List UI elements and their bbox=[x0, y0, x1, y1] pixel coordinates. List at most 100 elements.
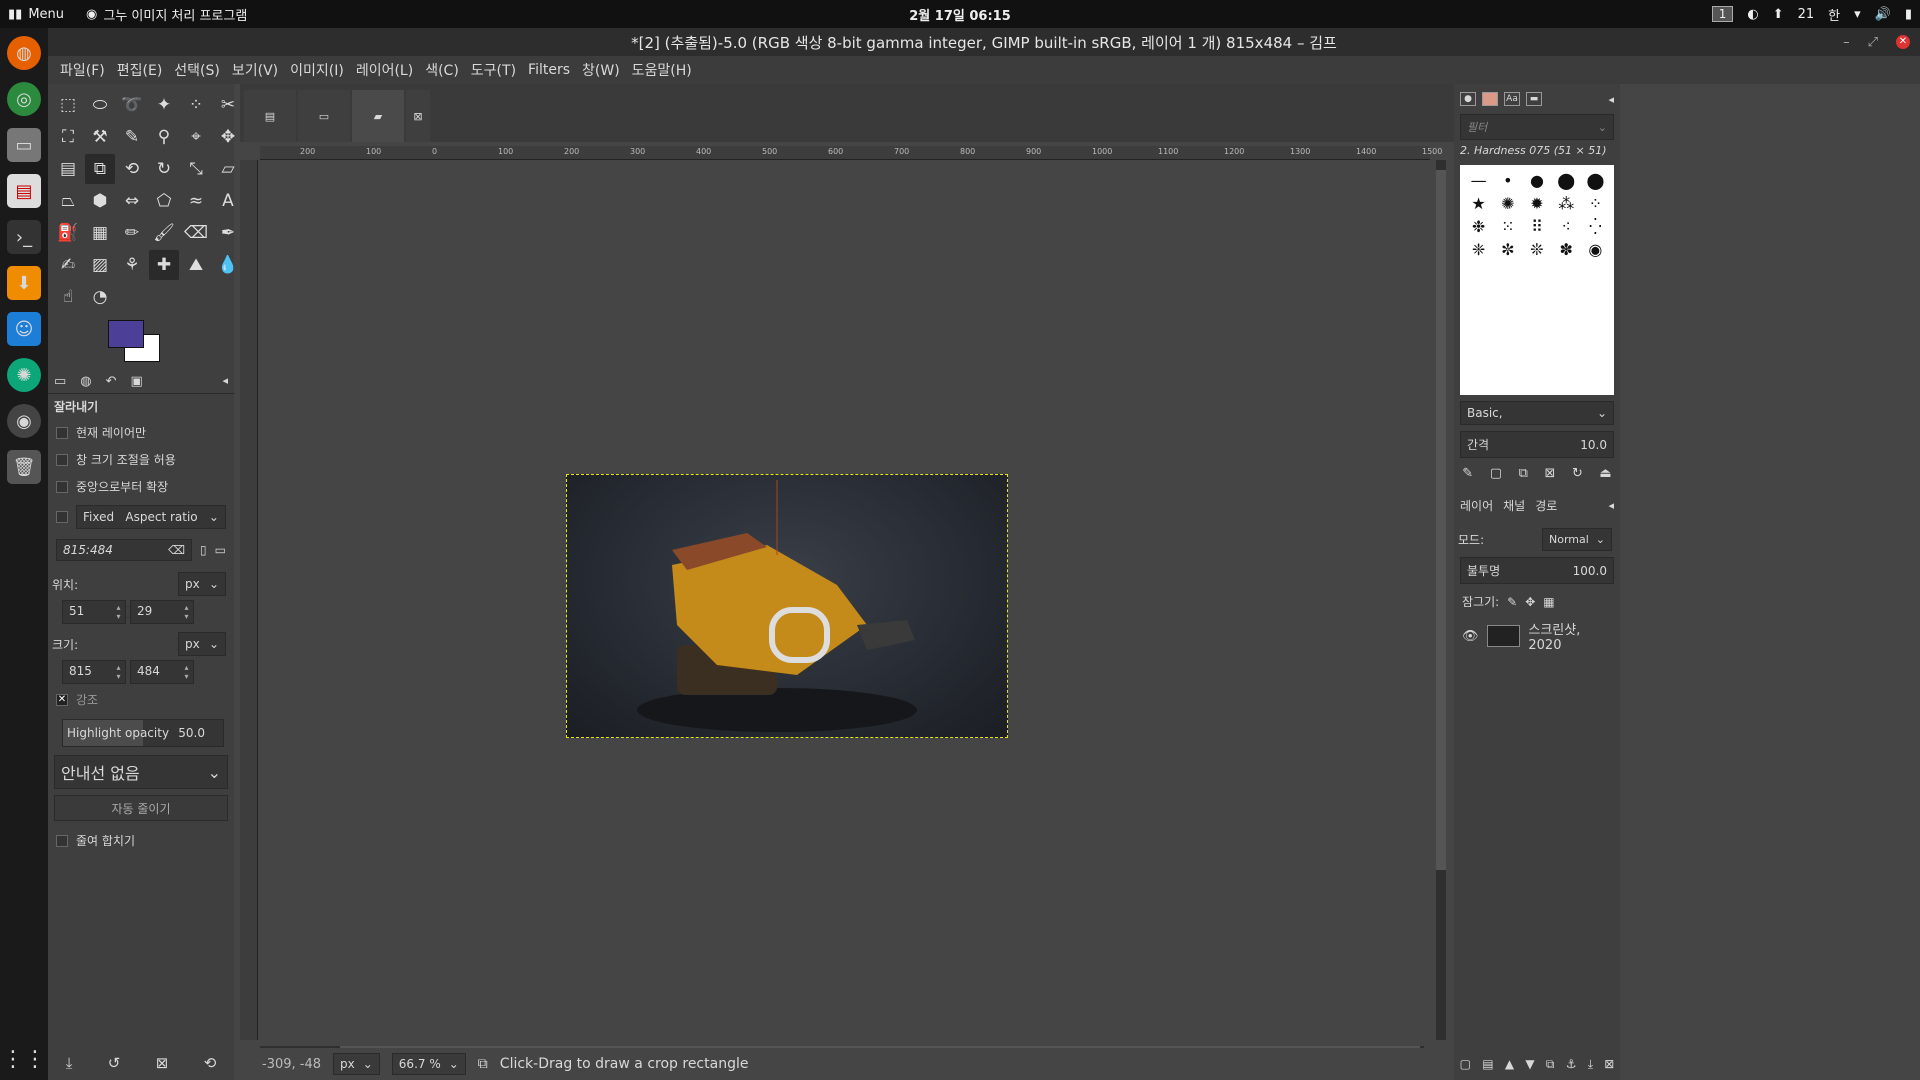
brush-item[interactable]: ⁙ bbox=[1495, 217, 1520, 236]
cage-icon[interactable]: ⬠ bbox=[149, 186, 179, 216]
layer-mode-select[interactable]: Normal ⌄ bbox=[1542, 528, 1612, 551]
brush-item[interactable]: ❉ bbox=[1466, 217, 1491, 236]
size-height-input[interactable]: 484 bbox=[130, 660, 194, 684]
menu-edit[interactable]: 편집(E) bbox=[111, 60, 169, 80]
tool-options-tab-icon[interactable]: ▭ bbox=[54, 374, 66, 389]
chrome-icon[interactable]: ◎ bbox=[7, 82, 41, 116]
restore-options-icon[interactable]: ↺ bbox=[108, 1054, 121, 1072]
rect-select-icon[interactable]: ⬚ bbox=[53, 90, 83, 120]
image-tab-2[interactable]: ▭ bbox=[298, 90, 350, 142]
portrait-icon[interactable]: ▯ bbox=[200, 543, 207, 557]
layer-opacity-slider[interactable]: 불투명 100.0 bbox=[1460, 557, 1614, 584]
brush-item[interactable]: ⁖ bbox=[1554, 217, 1579, 236]
workspace-indicator[interactable]: 1 bbox=[1711, 6, 1734, 22]
vertical-ruler[interactable] bbox=[240, 160, 258, 1040]
rotate-icon[interactable]: ↻ bbox=[149, 154, 179, 184]
brush-item[interactable]: ● bbox=[1524, 171, 1549, 190]
expand-from-center-checkbox[interactable] bbox=[56, 480, 68, 493]
brush-item[interactable]: ⠿ bbox=[1524, 217, 1549, 236]
clock[interactable]: 2월 17일 06:15 bbox=[909, 5, 1011, 24]
position-unit-select[interactable]: px ⌄ bbox=[178, 572, 226, 596]
scissors-icon[interactable]: ✂ bbox=[213, 90, 243, 120]
firefox-icon[interactable]: ◍ bbox=[7, 36, 41, 70]
foreground-select-icon[interactable]: ⁘ bbox=[181, 90, 211, 120]
tab-menu-icon[interactable]: ◂ bbox=[222, 374, 228, 387]
gimp-dock-icon[interactable]: ◉ bbox=[7, 404, 41, 438]
app-grid-icon[interactable]: ⋮⋮ bbox=[2, 1047, 46, 1072]
menu-windows[interactable]: 창(W) bbox=[576, 60, 626, 80]
guides-select[interactable]: 안내선 없음 ⌄ bbox=[54, 755, 228, 789]
merge-layer-icon[interactable]: ⤓ bbox=[1588, 1057, 1593, 1072]
menu-colors[interactable]: 색(C) bbox=[419, 60, 465, 80]
menu-tools[interactable]: 도구(T) bbox=[465, 60, 522, 80]
shrink-merged-checkbox[interactable] bbox=[56, 834, 68, 847]
minimize-icon[interactable]: – bbox=[1843, 35, 1850, 50]
smudge-icon[interactable]: ☝ bbox=[53, 282, 83, 312]
mypaint-brush-icon[interactable]: ▨ bbox=[85, 250, 115, 280]
menu-filters[interactable]: Filters bbox=[522, 62, 576, 78]
brush-item[interactable]: ★ bbox=[1466, 194, 1491, 213]
close-tab-icon[interactable]: ⊠ bbox=[406, 90, 430, 142]
clear-icon[interactable]: ⌫ bbox=[168, 543, 185, 557]
paintbrush-icon[interactable]: 🖌 bbox=[149, 218, 179, 248]
unified-transform-icon[interactable]: ⟲ bbox=[117, 154, 147, 184]
lower-layer-icon[interactable]: ▼ bbox=[1525, 1057, 1534, 1072]
highlight-opacity-slider[interactable]: Highlight opacity 50.0 bbox=[62, 719, 224, 747]
shear-icon[interactable]: ▱ bbox=[213, 154, 243, 184]
tab-channels[interactable]: 채널 bbox=[1503, 497, 1525, 514]
lasso-icon[interactable]: ➰ bbox=[117, 90, 147, 120]
size-unit-select[interactable]: px ⌄ bbox=[178, 632, 226, 656]
landscape-icon[interactable]: ▭ bbox=[215, 543, 226, 557]
brush-item[interactable]: • bbox=[1495, 171, 1520, 190]
gamepad-icon[interactable]: ◐ bbox=[1747, 7, 1758, 22]
align-icon[interactable]: ▤ bbox=[53, 154, 83, 184]
tab-layers[interactable]: 레이어 bbox=[1460, 497, 1493, 514]
brush-item[interactable]: ✽ bbox=[1554, 240, 1579, 259]
tab-menu-icon[interactable]: ◂ bbox=[1608, 93, 1614, 106]
fuzzy-select-icon[interactable]: ✦ bbox=[149, 90, 179, 120]
highlight-option[interactable]: ✕ 강조 bbox=[48, 686, 234, 713]
anchor-layer-icon[interactable]: ⚓ bbox=[1566, 1057, 1577, 1072]
reset-options-icon[interactable]: ⟲ bbox=[204, 1054, 217, 1072]
pencil-icon[interactable]: ✏ bbox=[117, 218, 147, 248]
delete-layer-icon[interactable]: ⊠ bbox=[1604, 1057, 1614, 1072]
brush-item[interactable]: — bbox=[1466, 171, 1491, 190]
vertical-scrollbar-thumb[interactable] bbox=[1436, 170, 1446, 870]
flip-icon[interactable]: ⇔ bbox=[117, 186, 147, 216]
warp-transform-icon[interactable]: ≈ bbox=[181, 186, 211, 216]
menu-view[interactable]: 보기(V) bbox=[226, 60, 284, 80]
3d-transform-icon[interactable]: ⬢ bbox=[85, 186, 115, 216]
blur-icon[interactable]: 💧 bbox=[213, 250, 243, 280]
position-x-input[interactable]: 51 bbox=[62, 600, 126, 624]
zoom-select[interactable]: 66.7 % ⌄ bbox=[391, 1053, 466, 1075]
dodge-burn-icon[interactable]: ◔ bbox=[85, 282, 115, 312]
brush-item[interactable]: ❊ bbox=[1524, 240, 1549, 259]
active-app-title[interactable]: ◉ 그누 이미지 처리 프로그램 bbox=[86, 5, 247, 24]
maximize-icon[interactable]: ⤢ bbox=[1868, 35, 1878, 50]
aperture-icon[interactable]: ✺ bbox=[7, 358, 41, 392]
brush-preset-select[interactable]: Basic, ⌄ bbox=[1460, 401, 1614, 425]
shrink-merged-option[interactable]: 줄여 합치기 bbox=[48, 827, 234, 854]
brush-item[interactable]: ⁂ bbox=[1554, 194, 1579, 213]
brush-item[interactable]: ⬤ bbox=[1583, 171, 1608, 190]
allow-growing-checkbox[interactable] bbox=[56, 453, 68, 466]
lock-alpha-icon[interactable]: ▦ bbox=[1543, 595, 1554, 609]
system-menu-button[interactable]: ▮▮ Menu bbox=[0, 0, 72, 28]
foreground-color[interactable] bbox=[108, 320, 144, 348]
menu-image[interactable]: 이미지(I) bbox=[284, 60, 350, 80]
menu-layer[interactable]: 레이어(L) bbox=[350, 60, 419, 80]
update-icon[interactable]: ⬆ bbox=[1773, 7, 1784, 22]
ime-indicator[interactable]: 한 bbox=[1828, 5, 1840, 24]
battery-icon[interactable]: ▮ bbox=[1905, 7, 1912, 22]
brush-item[interactable]: ⁘ bbox=[1583, 194, 1608, 213]
brush-grid[interactable]: — • ● ⬤ ⬤ ★ ✺ ✹ ⁂ ⁘ ❉ ⁙ ⠿ ⁖ ⁛ ❈ ✼ ❊ ✽ ◉ bbox=[1460, 165, 1614, 395]
vertical-scrollbar[interactable] bbox=[1436, 160, 1446, 1040]
delete-brush-icon[interactable]: ⊠ bbox=[1544, 466, 1555, 481]
duplicate-brush-icon[interactable]: ⧉ bbox=[1519, 466, 1528, 481]
gradient-icon[interactable]: ▦ bbox=[85, 218, 115, 248]
delete-options-icon[interactable]: ⊠ bbox=[156, 1054, 169, 1072]
layer-item[interactable]: 👁 스크린샷, 2020 bbox=[1454, 615, 1620, 657]
images-tab-icon[interactable]: ▣ bbox=[131, 374, 143, 389]
brush-spacing-slider[interactable]: 간격 10.0 bbox=[1460, 431, 1614, 458]
crop-icon[interactable]: ⧉ bbox=[85, 154, 115, 184]
